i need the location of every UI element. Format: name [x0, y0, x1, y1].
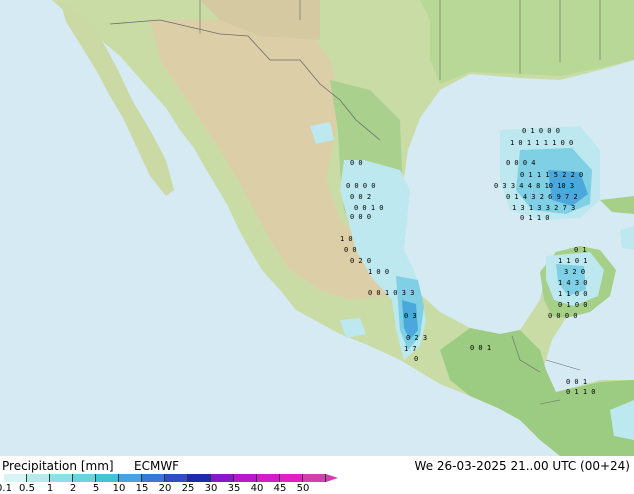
model-label: ECMWF	[134, 459, 180, 473]
value-row: 0 0 1 0	[354, 204, 384, 212]
value-row: 0 0 2	[350, 193, 371, 201]
legend-swatch	[303, 474, 326, 482]
legend-swatch	[96, 474, 119, 482]
legend-tick: 25	[181, 483, 195, 494]
value-row: 1 4 3 0	[558, 279, 588, 287]
value-row: 0 1 1 0	[566, 388, 596, 396]
value-row: 1 1 0 0	[558, 290, 588, 298]
legend-tick: 2	[69, 483, 77, 494]
legend-tick: 0.1	[0, 483, 12, 494]
value-row: 1 3 1 3 3 2 7 3	[512, 204, 575, 212]
legend-tick: 10	[112, 483, 126, 494]
legend-arrow	[326, 474, 338, 482]
value-row: 0 2 0	[350, 257, 371, 265]
legend-tick: 30	[204, 483, 218, 494]
legend-tick: 35	[227, 483, 241, 494]
value-row: 0 0 1 0 3 3	[368, 289, 414, 297]
legend-tick: 15	[135, 483, 149, 494]
value-row: 0 1 0 0	[558, 301, 588, 309]
value-row: 0 1 1 0	[520, 214, 550, 222]
legend-tick: 20	[158, 483, 172, 494]
value-row: 3 2 0	[564, 268, 585, 276]
value-row: 0 0 1	[566, 378, 587, 386]
value-row: 0 3	[404, 312, 417, 320]
value-row: 1 0	[340, 235, 353, 243]
value-row: 0 0	[344, 246, 357, 254]
legend-bar: Precipitation [mm] ECMWF We 26-03-2025 2…	[0, 456, 634, 494]
legend-swatch	[234, 474, 257, 482]
value-row: 0 0	[350, 159, 363, 167]
legend-swatch	[257, 474, 280, 482]
legend-swatch	[280, 474, 303, 482]
value-row: 0	[414, 355, 418, 363]
value-row: 1 0 0	[368, 268, 389, 276]
value-row: 1 7	[404, 345, 417, 353]
legend-tick: 1	[46, 483, 54, 494]
legend-swatch	[50, 474, 73, 482]
legend-swatch	[165, 474, 188, 482]
legend-swatch	[188, 474, 211, 482]
precipitation-map: 0 1 0 0 0 1 0 1 1 1 1 0 0 0 0 0 4 0 1 1 …	[0, 0, 634, 456]
legend-swatch	[119, 474, 142, 482]
legend-tick: 40	[250, 483, 264, 494]
value-row: 0 0 0 0	[346, 182, 376, 190]
value-row: 1 0 1 1 1 1 0 0	[510, 139, 573, 147]
legend-swatch	[27, 474, 50, 482]
value-row: 0 1 1 1 5 2 2 0	[520, 171, 583, 179]
value-row: 1 1 0 1	[558, 257, 588, 265]
legend-tick: 5	[92, 483, 100, 494]
value-row: 0 1	[574, 246, 587, 254]
legend-swatch	[73, 474, 96, 482]
legend-tick: 45	[273, 483, 287, 494]
value-row: 0 0 0	[350, 213, 371, 221]
value-row: 0 1 4 3 2 6 9 7 2	[506, 193, 578, 201]
legend-tick: 0.5	[19, 483, 35, 494]
variable-label: Precipitation [mm]	[2, 459, 114, 473]
valid-time-label: We 26-03-2025 21..00 UTC (00+24)	[414, 459, 630, 473]
value-row: 0 0 0 0	[548, 312, 578, 320]
value-row: 0 3 3 4 4 8 10 10 3	[494, 182, 574, 190]
legend-swatch	[4, 474, 27, 482]
value-row: 0 0 0 4	[506, 159, 536, 167]
value-row: 0 0 1	[470, 344, 491, 352]
legend-swatch	[211, 474, 234, 482]
value-row: 0 1 0 0 0	[522, 127, 560, 135]
value-row: 0 2 3	[406, 334, 427, 342]
legend-swatch	[142, 474, 165, 482]
legend-tick: 50	[296, 483, 310, 494]
